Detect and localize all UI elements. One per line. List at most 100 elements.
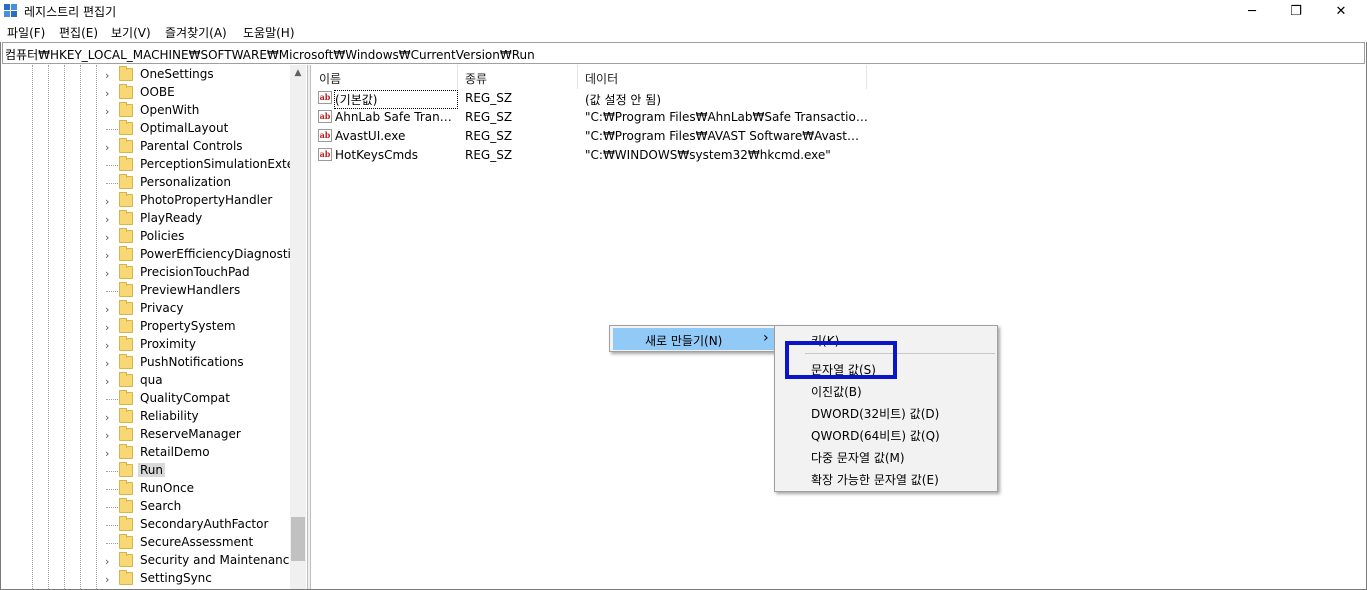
tree-item[interactable]: SecureAssessment	[2, 534, 290, 552]
tree-item[interactable]: Run	[2, 462, 290, 480]
folder-icon	[119, 210, 133, 225]
chevron-right-icon[interactable]: ›	[105, 429, 109, 442]
tree-item[interactable]: › PlayReady	[2, 210, 290, 228]
chevron-right-icon[interactable]: ›	[105, 213, 109, 226]
column-header-data[interactable]: 데이터	[578, 65, 867, 89]
chevron-right-icon[interactable]: ›	[105, 375, 109, 388]
tree-item-label: OOBE	[140, 85, 175, 99]
folder-icon	[119, 480, 133, 495]
tree-item[interactable]: › OpenWith	[2, 102, 290, 120]
value-row[interactable]: ab (기본값) REG_SZ (값 설정 안 됨)	[312, 89, 872, 109]
tree-item[interactable]: › Parental Controls	[2, 138, 290, 156]
scroll-up-icon[interactable]: ▲	[290, 65, 306, 81]
tree-item-label: PropertySystem	[140, 319, 236, 333]
tree-connector	[106, 399, 118, 400]
submenu-binary-value[interactable]: 이진값(B)	[777, 379, 995, 401]
scroll-thumb[interactable]	[291, 517, 305, 561]
menu-edit[interactable]: 편집(E)	[59, 24, 98, 41]
tree-item[interactable]: › ReserveManager	[2, 426, 290, 444]
folder-icon	[119, 120, 133, 135]
tree-item-label: OpenWith	[140, 103, 200, 117]
value-name: AhnLab Safe Transac...	[335, 110, 457, 124]
chevron-right-icon[interactable]: ›	[105, 105, 109, 118]
chevron-right-icon[interactable]: ›	[105, 447, 109, 460]
tree-item[interactable]: › Privacy	[2, 300, 290, 318]
chevron-right-icon[interactable]: ›	[105, 573, 109, 586]
value-row[interactable]: ab HotKeysCmds REG_SZ "C:₩WINDOWS₩system32₩…	[312, 146, 872, 165]
maximize-button[interactable]: ❐	[1273, 0, 1319, 22]
tree-item[interactable]: › SettingSync	[2, 570, 290, 588]
tree-item[interactable]: › OneSettings	[2, 66, 290, 84]
chevron-right-icon[interactable]: ›	[105, 195, 109, 208]
tree-item[interactable]: › Proximity	[2, 336, 290, 354]
folder-icon	[119, 84, 133, 99]
tree-item-label: Proximity	[140, 337, 196, 351]
menu-help[interactable]: 도움말(H)	[243, 24, 295, 41]
minimize-button[interactable]: ─	[1229, 0, 1275, 22]
tree-item[interactable]: › RetailDemo	[2, 444, 290, 462]
close-button[interactable]: ✕	[1318, 0, 1364, 22]
tree-item[interactable]: RunOnce	[2, 480, 290, 498]
tree-item-label: Run	[138, 463, 166, 477]
tree-connector	[106, 489, 118, 490]
tree-item[interactable]: › qua	[2, 372, 290, 390]
chevron-right-icon[interactable]: ›	[105, 303, 109, 316]
tree-item[interactable]: PreviewHandlers	[2, 282, 290, 300]
chevron-right-icon[interactable]: ›	[105, 339, 109, 352]
chevron-right-icon[interactable]: ›	[105, 411, 109, 424]
tree-item[interactable]: Search	[2, 498, 290, 516]
tree-item[interactable]: › PowerEfficiencyDiagnostics	[2, 246, 304, 264]
key-tree[interactable]: › OneSettings › OOBE › OpenWith OptimalLayout ›…	[2, 65, 306, 589]
tree-item[interactable]: OptimalLayout	[2, 120, 290, 138]
folder-icon	[119, 336, 133, 351]
menu-file[interactable]: 파일(F)	[7, 24, 45, 41]
tree-item[interactable]: › OOBE	[2, 84, 290, 102]
tree-item[interactable]: SecondaryAuthFactor	[2, 516, 290, 534]
tree-item-label: Personalization	[140, 175, 231, 189]
chevron-right-icon[interactable]: ›	[105, 267, 109, 280]
tree-item-label: PushNotifications	[140, 355, 244, 369]
tree-item-label: RetailDemo	[140, 445, 210, 459]
submenu-expandable-string-value[interactable]: 확장 가능한 문자열 값(E)	[777, 467, 995, 489]
chevron-right-icon[interactable]: ›	[105, 555, 109, 568]
tree-item[interactable]: › Policies	[2, 228, 290, 246]
chevron-right-icon[interactable]: ›	[105, 249, 109, 262]
column-header-name[interactable]: 이름	[312, 65, 458, 89]
pane-splitter[interactable]	[307, 65, 311, 589]
chevron-right-icon[interactable]: ›	[105, 231, 109, 244]
tree-item-label: PhotoPropertyHandler	[140, 193, 273, 207]
submenu-multi-string-value[interactable]: 다중 문자열 값(M)	[777, 445, 995, 467]
value-row[interactable]: ab AvastUI.exe REG_SZ "C:₩Program Files₩AVA…	[312, 127, 872, 146]
tree-item[interactable]: › PrecisionTouchPad	[2, 264, 290, 282]
chevron-right-icon[interactable]: ›	[105, 141, 109, 154]
tree-connector	[106, 543, 118, 544]
context-new-item[interactable]: 새로 만들기(N) ›	[613, 328, 775, 350]
column-header-type[interactable]: 종류	[458, 65, 578, 89]
tree-scrollbar[interactable]: ▲	[290, 65, 306, 589]
value-row[interactable]: abAhnLab Safe Transac... REG_SZ "C:₩Progra…	[312, 108, 872, 127]
tree-item[interactable]: QualityCompat	[2, 390, 290, 408]
chevron-right-icon[interactable]: ›	[105, 357, 109, 370]
submenu-qword-value[interactable]: QWORD(64비트) 값(Q)	[777, 423, 995, 445]
tree-item-label: PowerEfficiencyDiagnostics	[140, 247, 304, 261]
address-bar[interactable]: 컴퓨터₩HKEY_LOCAL_MACHINE₩SOFTWARE₩Microsof…	[2, 42, 1365, 64]
value-name: HotKeysCmds	[335, 148, 419, 162]
menu-favorites[interactable]: 즐겨찾기(A)	[165, 24, 227, 41]
chevron-right-icon[interactable]: ›	[105, 87, 109, 100]
tree-item[interactable]: Personalization	[2, 174, 290, 192]
tree-item[interactable]: › PushNotifications	[2, 354, 290, 372]
submenu-dword-value[interactable]: DWORD(32비트) 값(D)	[777, 401, 995, 423]
value-type: REG_SZ	[465, 148, 513, 162]
chevron-right-icon[interactable]: ›	[105, 321, 109, 334]
tree-item[interactable]: PerceptionSimulationExtens	[2, 156, 306, 174]
menu-view[interactable]: 보기(V)	[111, 24, 151, 41]
tree-item[interactable]: › PhotoPropertyHandler	[2, 192, 290, 210]
tree-item[interactable]: › Security and Maintenance	[2, 552, 297, 570]
folder-icon	[119, 390, 133, 405]
tree-item[interactable]: › PropertySystem	[2, 318, 290, 336]
address-path[interactable]: 컴퓨터₩HKEY_LOCAL_MACHINE₩SOFTWARE₩Microsof…	[5, 46, 535, 63]
tree-item[interactable]: › Reliability	[2, 408, 290, 426]
chevron-right-icon[interactable]: ›	[105, 69, 109, 82]
value-name: AvastUI.exe	[335, 129, 406, 143]
context-new-label: 새로 만들기(N)	[645, 334, 723, 348]
